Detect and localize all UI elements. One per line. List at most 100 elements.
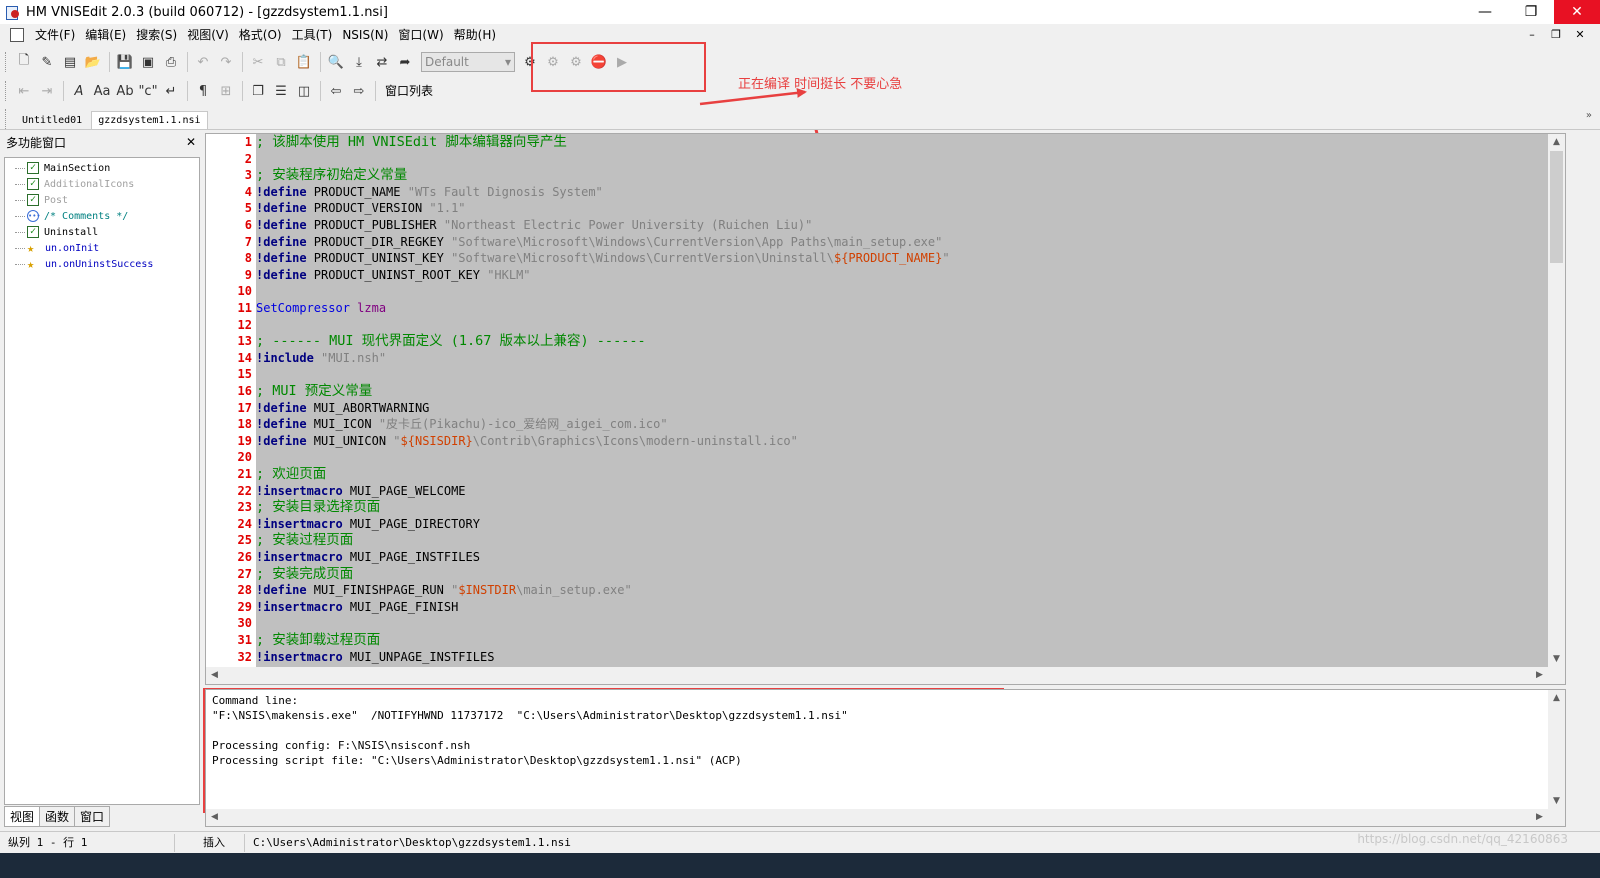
code-text-area[interactable]: ; 该脚本使用 HM VNISEdit 脚本编辑器向导产生 ; 安装程序初始定义常… bbox=[256, 134, 1549, 668]
code-line[interactable]: !include "MUI.nsh" bbox=[256, 350, 386, 367]
tab-scroll-icon[interactable]: » bbox=[1586, 110, 1592, 121]
scroll-up-icon[interactable]: ▲ bbox=[1548, 690, 1565, 707]
checkbox-icon[interactable]: ✓ bbox=[27, 162, 39, 174]
code-line[interactable]: ; 欢迎页面 bbox=[256, 466, 326, 483]
scroll-right-icon[interactable]: ▶ bbox=[1531, 667, 1548, 684]
code-token: ; 欢迎页面 bbox=[256, 466, 327, 482]
output-line: Command line: bbox=[212, 694, 299, 707]
line-number: 14 bbox=[237, 350, 252, 365]
checkbox-icon[interactable]: ✓ bbox=[27, 194, 39, 206]
tree-connector bbox=[15, 225, 25, 233]
compiler-output[interactable]: ▲ ▼ ◀ ▶ Command line: "F:\NSIS\makensis.e… bbox=[205, 689, 1566, 827]
panel-title: 多功能窗口 bbox=[6, 135, 67, 150]
code-token: "MUI.nsh" bbox=[321, 350, 387, 365]
code-token: MUI_ABORTWARNING bbox=[313, 400, 430, 415]
code-line[interactable]: !define PRODUCT_UNINST_ROOT_KEY "HKLM" bbox=[256, 267, 531, 284]
code-line[interactable]: !insertmacro MUI_UNPAGE_INSTFILES bbox=[256, 649, 494, 666]
code-line[interactable]: ; 安装目录选择页面 bbox=[256, 499, 380, 516]
line-number: 29 bbox=[237, 599, 252, 614]
scroll-up-icon[interactable]: ▲ bbox=[1548, 134, 1565, 151]
horizontal-scrollbar[interactable]: ◀ ▶ bbox=[206, 667, 1565, 684]
line-number: 7 bbox=[244, 234, 252, 249]
code-line[interactable]: ; 安装程序初始定义常量 bbox=[256, 167, 407, 184]
code-line[interactable]: ; 安装卸载过程页面 bbox=[256, 632, 380, 649]
code-line[interactable]: !define MUI_ABORTWARNING bbox=[256, 400, 429, 417]
panel-close-icon[interactable]: ✕ bbox=[186, 135, 196, 149]
tree-item-label: AdditionalIcons bbox=[44, 178, 135, 190]
scroll-left-icon[interactable]: ◀ bbox=[206, 667, 223, 684]
code-line[interactable]: !define PRODUCT_NAME "WTs Fault Dignosis… bbox=[256, 184, 603, 201]
code-token: !define bbox=[256, 201, 314, 216]
line-number: 30 bbox=[237, 616, 252, 631]
code-line[interactable]: !define PRODUCT_UNINST_KEY "Software\Mic… bbox=[256, 250, 950, 267]
tab-functions[interactable]: 函数 bbox=[39, 806, 76, 827]
code-token: !define bbox=[256, 583, 314, 598]
tree-item[interactable]: ✓ Post bbox=[5, 192, 199, 208]
code-token: MUI_PAGE_WELCOME bbox=[349, 483, 466, 498]
code-token: PRODUCT_UNINST_KEY bbox=[313, 251, 452, 266]
code-token: !insertmacro bbox=[256, 516, 350, 531]
output-horizontal-scrollbar[interactable]: ◀ ▶ bbox=[206, 809, 1565, 826]
tree-connector bbox=[15, 209, 25, 217]
code-line[interactable]: ; MUI 预定义常量 bbox=[256, 383, 372, 400]
code-line[interactable]: !define MUI_ICON "皮卡丘(Pikachu)-ico_爱给网_a… bbox=[256, 416, 668, 433]
scroll-right-icon[interactable]: ▶ bbox=[1531, 809, 1548, 826]
code-token: "Northeast Electric Power University (Ru… bbox=[443, 218, 813, 232]
code-line[interactable]: !define PRODUCT_DIR_REGKEY "Software\Mic… bbox=[256, 234, 942, 251]
code-line[interactable]: !insertmacro MUI_PAGE_INSTFILES bbox=[256, 549, 480, 566]
code-token: "Software\Microsoft\Windows\CurrentVersi… bbox=[451, 234, 943, 249]
line-number-gutter: 1 2 3 4 5 6 7 8 9 10 11 12 13 14 15 16 17 18 19 20 21 22 23 24 2… bbox=[206, 134, 256, 668]
tree-item[interactable]: ✓ AdditionalIcons bbox=[5, 176, 199, 192]
watermark: https://blog.csdn.net/qq_42160863 bbox=[1357, 832, 1568, 846]
tree-item[interactable]: ★ un.onInit bbox=[5, 240, 199, 256]
checkbox-icon[interactable]: ✓ bbox=[27, 226, 39, 238]
code-line[interactable]: !define PRODUCT_PUBLISHER "Northeast Ele… bbox=[256, 217, 812, 234]
tree-item[interactable]: ✓ MainSection bbox=[5, 160, 199, 176]
code-editor[interactable]: 1 2 3 4 5 6 7 8 9 10 11 12 13 14 15 16 17 18 19 20 21 22 23 24 2… bbox=[205, 133, 1566, 685]
tree-item[interactable]: ✓ Uninstall bbox=[5, 224, 199, 240]
code-line[interactable]: SetCompressor lzma bbox=[256, 300, 386, 317]
scroll-down-icon[interactable]: ▼ bbox=[1548, 651, 1565, 668]
tree-item[interactable]: •••/* Comments */ bbox=[5, 208, 199, 224]
code-token: ; 该脚本使用 HM VNISEdit 脚本编辑器向导产生 bbox=[256, 134, 567, 150]
vertical-scrollbar[interactable]: ▲ ▼ bbox=[1548, 134, 1565, 668]
line-number: 23 bbox=[237, 500, 252, 515]
section-tree: ✓ MainSection ✓ AdditionalIcons ✓ Post •••/* C… bbox=[4, 157, 200, 805]
code-token: MUI_PAGE_FINISH bbox=[349, 599, 459, 614]
tab-untitled01[interactable]: Untitled01 bbox=[15, 111, 89, 129]
code-line[interactable]: !insertmacro MUI_PAGE_WELCOME bbox=[256, 483, 466, 500]
code-line[interactable]: ; 该脚本使用 HM VNISEdit 脚本编辑器向导产生 bbox=[256, 134, 567, 151]
code-token: ; 安装过程页面 bbox=[256, 532, 354, 549]
code-line[interactable]: !define PRODUCT_VERSION "1.1" bbox=[256, 200, 466, 217]
code-token: "WTs Fault Dignosis System" bbox=[407, 184, 603, 199]
line-number: 4 bbox=[244, 184, 252, 199]
checkbox-icon[interactable]: ✓ bbox=[27, 178, 39, 190]
line-number: 3 bbox=[244, 168, 252, 183]
code-token: "Software\Microsoft\Windows\CurrentVersi… bbox=[451, 251, 834, 266]
code-token: ${NSISDIR} bbox=[400, 433, 473, 448]
code-token: !define bbox=[256, 234, 314, 249]
code-line[interactable]: !insertmacro MUI_PAGE_FINISH bbox=[256, 599, 458, 616]
tree-item[interactable]: ★ un.onUninstSuccess bbox=[5, 256, 199, 272]
code-token: ${PRODUCT_NAME} bbox=[833, 251, 943, 266]
output-vertical-scrollbar[interactable]: ▲ ▼ bbox=[1548, 690, 1565, 810]
code-line[interactable]: ; ------ MUI 现代界面定义 (1.67 版本以上兼容) ------ bbox=[256, 333, 646, 350]
insert-mode: 插入 bbox=[175, 833, 245, 852]
code-line[interactable]: !define MUI_UNICON "${NSISDIR}\Contrib\G… bbox=[256, 433, 798, 450]
tab-gzzdsystem[interactable]: gzzdsystem1.1.nsi bbox=[91, 111, 208, 129]
line-number: 22 bbox=[237, 483, 252, 498]
scroll-left-icon[interactable]: ◀ bbox=[206, 809, 223, 826]
code-token: MUI_FINISHPAGE_RUN bbox=[313, 583, 452, 598]
scroll-down-icon[interactable]: ▼ bbox=[1548, 793, 1565, 810]
code-line[interactable]: !insertmacro MUI_PAGE_DIRECTORY bbox=[256, 516, 480, 533]
tree-connector bbox=[15, 177, 25, 185]
code-line[interactable]: ; 安装完成页面 bbox=[256, 566, 353, 583]
code-token: !define bbox=[256, 267, 314, 282]
tab-windows[interactable]: 窗口 bbox=[74, 806, 111, 827]
vertical-scroll-thumb[interactable] bbox=[1550, 151, 1563, 263]
output-line: Processing script file: "C:\Users\Admini… bbox=[212, 754, 742, 767]
code-line[interactable]: ; 安装过程页面 bbox=[256, 532, 353, 549]
tab-view[interactable]: 视图 bbox=[4, 806, 41, 827]
code-token: ; ------ MUI 现代界面定义 (1.67 版本以上兼容) ------ bbox=[256, 333, 646, 350]
code-line[interactable]: !define MUI_FINISHPAGE_RUN "$INSTDIR\mai… bbox=[256, 582, 632, 599]
